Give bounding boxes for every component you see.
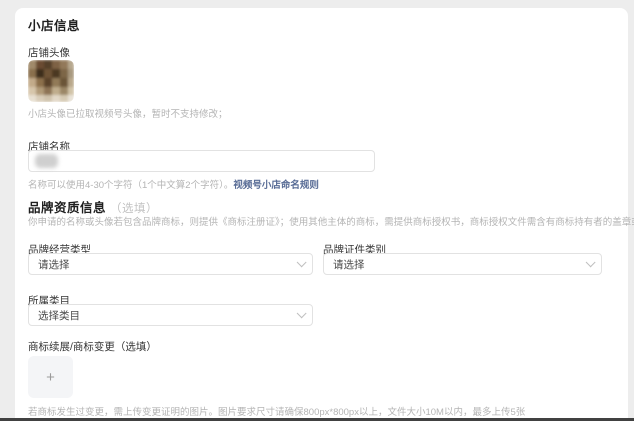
avatar-note: 小店头像已拉取视频号头像，暂时不支持修改； xyxy=(28,106,228,120)
shop-name-redacted-value xyxy=(35,154,58,168)
chevron-down-icon xyxy=(297,257,307,267)
window-bottom-edge xyxy=(0,418,634,421)
avatar-mosaic xyxy=(28,60,74,102)
chevron-down-icon xyxy=(297,308,307,318)
brand-type-placeholder: 请选择 xyxy=(38,257,70,272)
cert-type-placeholder: 请选择 xyxy=(333,257,365,272)
brand-type-select[interactable]: 请选择 xyxy=(28,253,313,275)
category-placeholder: 选择类目 xyxy=(38,308,80,323)
shop-avatar-image xyxy=(28,60,74,102)
shop-name-field-row xyxy=(15,150,628,172)
shop-info-card: 小店信息 店铺头像 小店头像已拉取视频号头像，暂时不支持修改； 店铺名称 名称可… xyxy=(15,8,628,421)
trademark-label: 商标续展/商标变更（选填） xyxy=(28,339,157,354)
naming-rules-link[interactable]: 视频号小店命名规则 xyxy=(233,180,319,191)
trademark-upload-button[interactable]: + xyxy=(28,356,73,398)
trademark-upload-note: 若商标发生过变更，需上传变更证明的图片。图片要求尺寸请确保800px*800px… xyxy=(28,404,525,418)
chevron-down-icon xyxy=(586,257,596,267)
brand-section-description: 你申请的名称或头像若包含品牌商标，则提供《商标注册证》；使用其他主体的商标，需提… xyxy=(28,214,634,228)
category-select[interactable]: 选择类目 xyxy=(28,304,313,326)
brand-section-title-text: 品牌资质信息 xyxy=(28,201,106,215)
shop-name-input[interactable] xyxy=(28,150,375,172)
plus-icon: + xyxy=(46,370,55,385)
cert-type-select[interactable]: 请选择 xyxy=(323,253,602,275)
shop-name-helper: 名称可以使用4-30个字符（1个中文算2个字符）。视频号小店命名规则 xyxy=(28,177,319,191)
page-title: 小店信息 xyxy=(28,15,80,34)
avatar-label: 店铺头像 xyxy=(28,45,70,60)
shop-name-helper-text: 名称可以使用4-30个字符（1个中文算2个字符）。 xyxy=(28,180,233,191)
